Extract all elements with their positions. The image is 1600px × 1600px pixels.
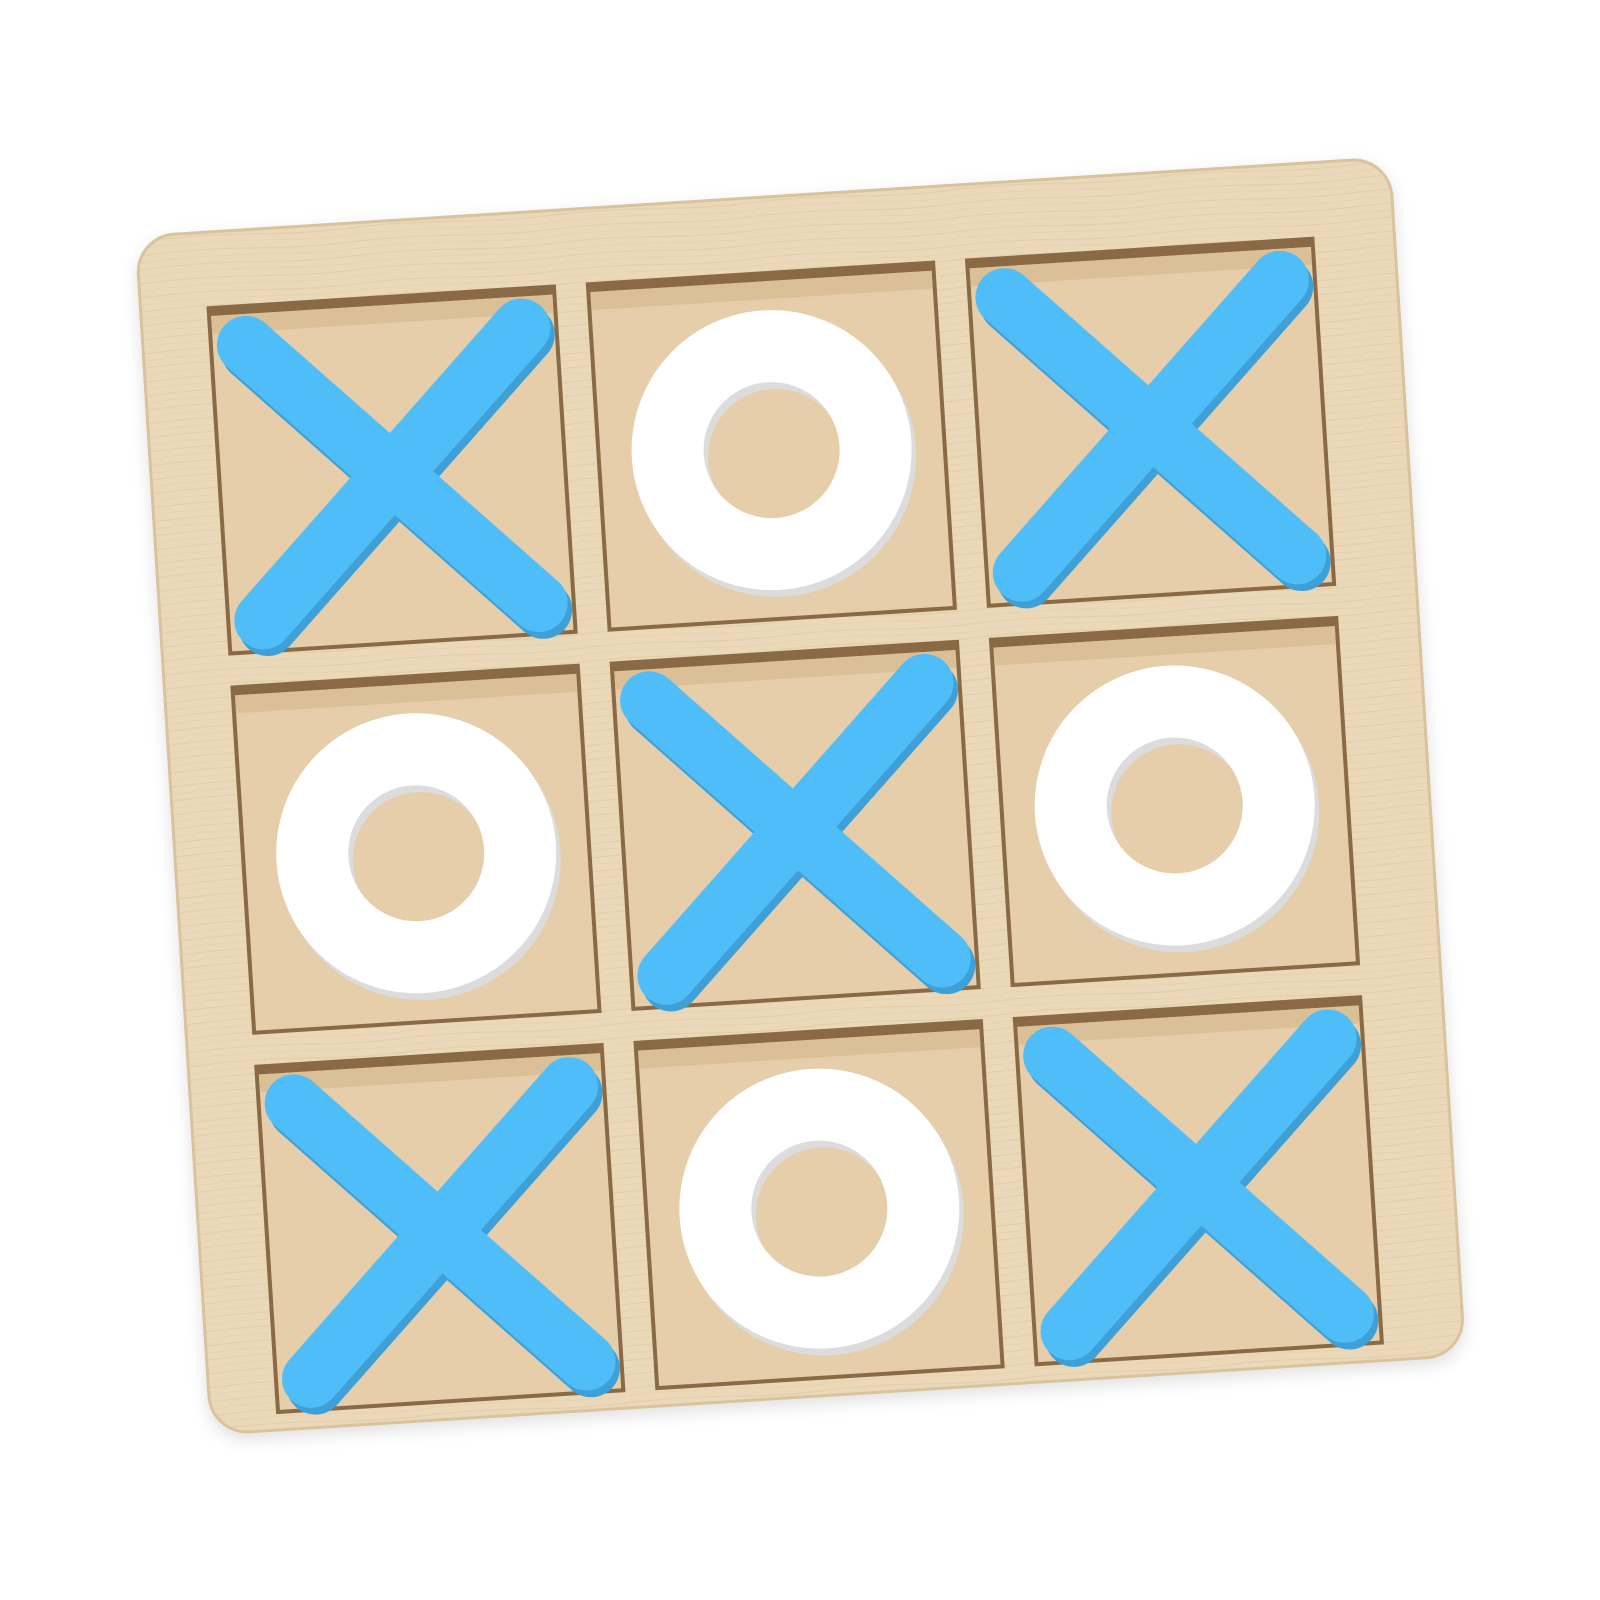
tic-tac-toe-board-photo (0, 0, 1600, 1600)
game-board (136, 158, 1465, 1434)
